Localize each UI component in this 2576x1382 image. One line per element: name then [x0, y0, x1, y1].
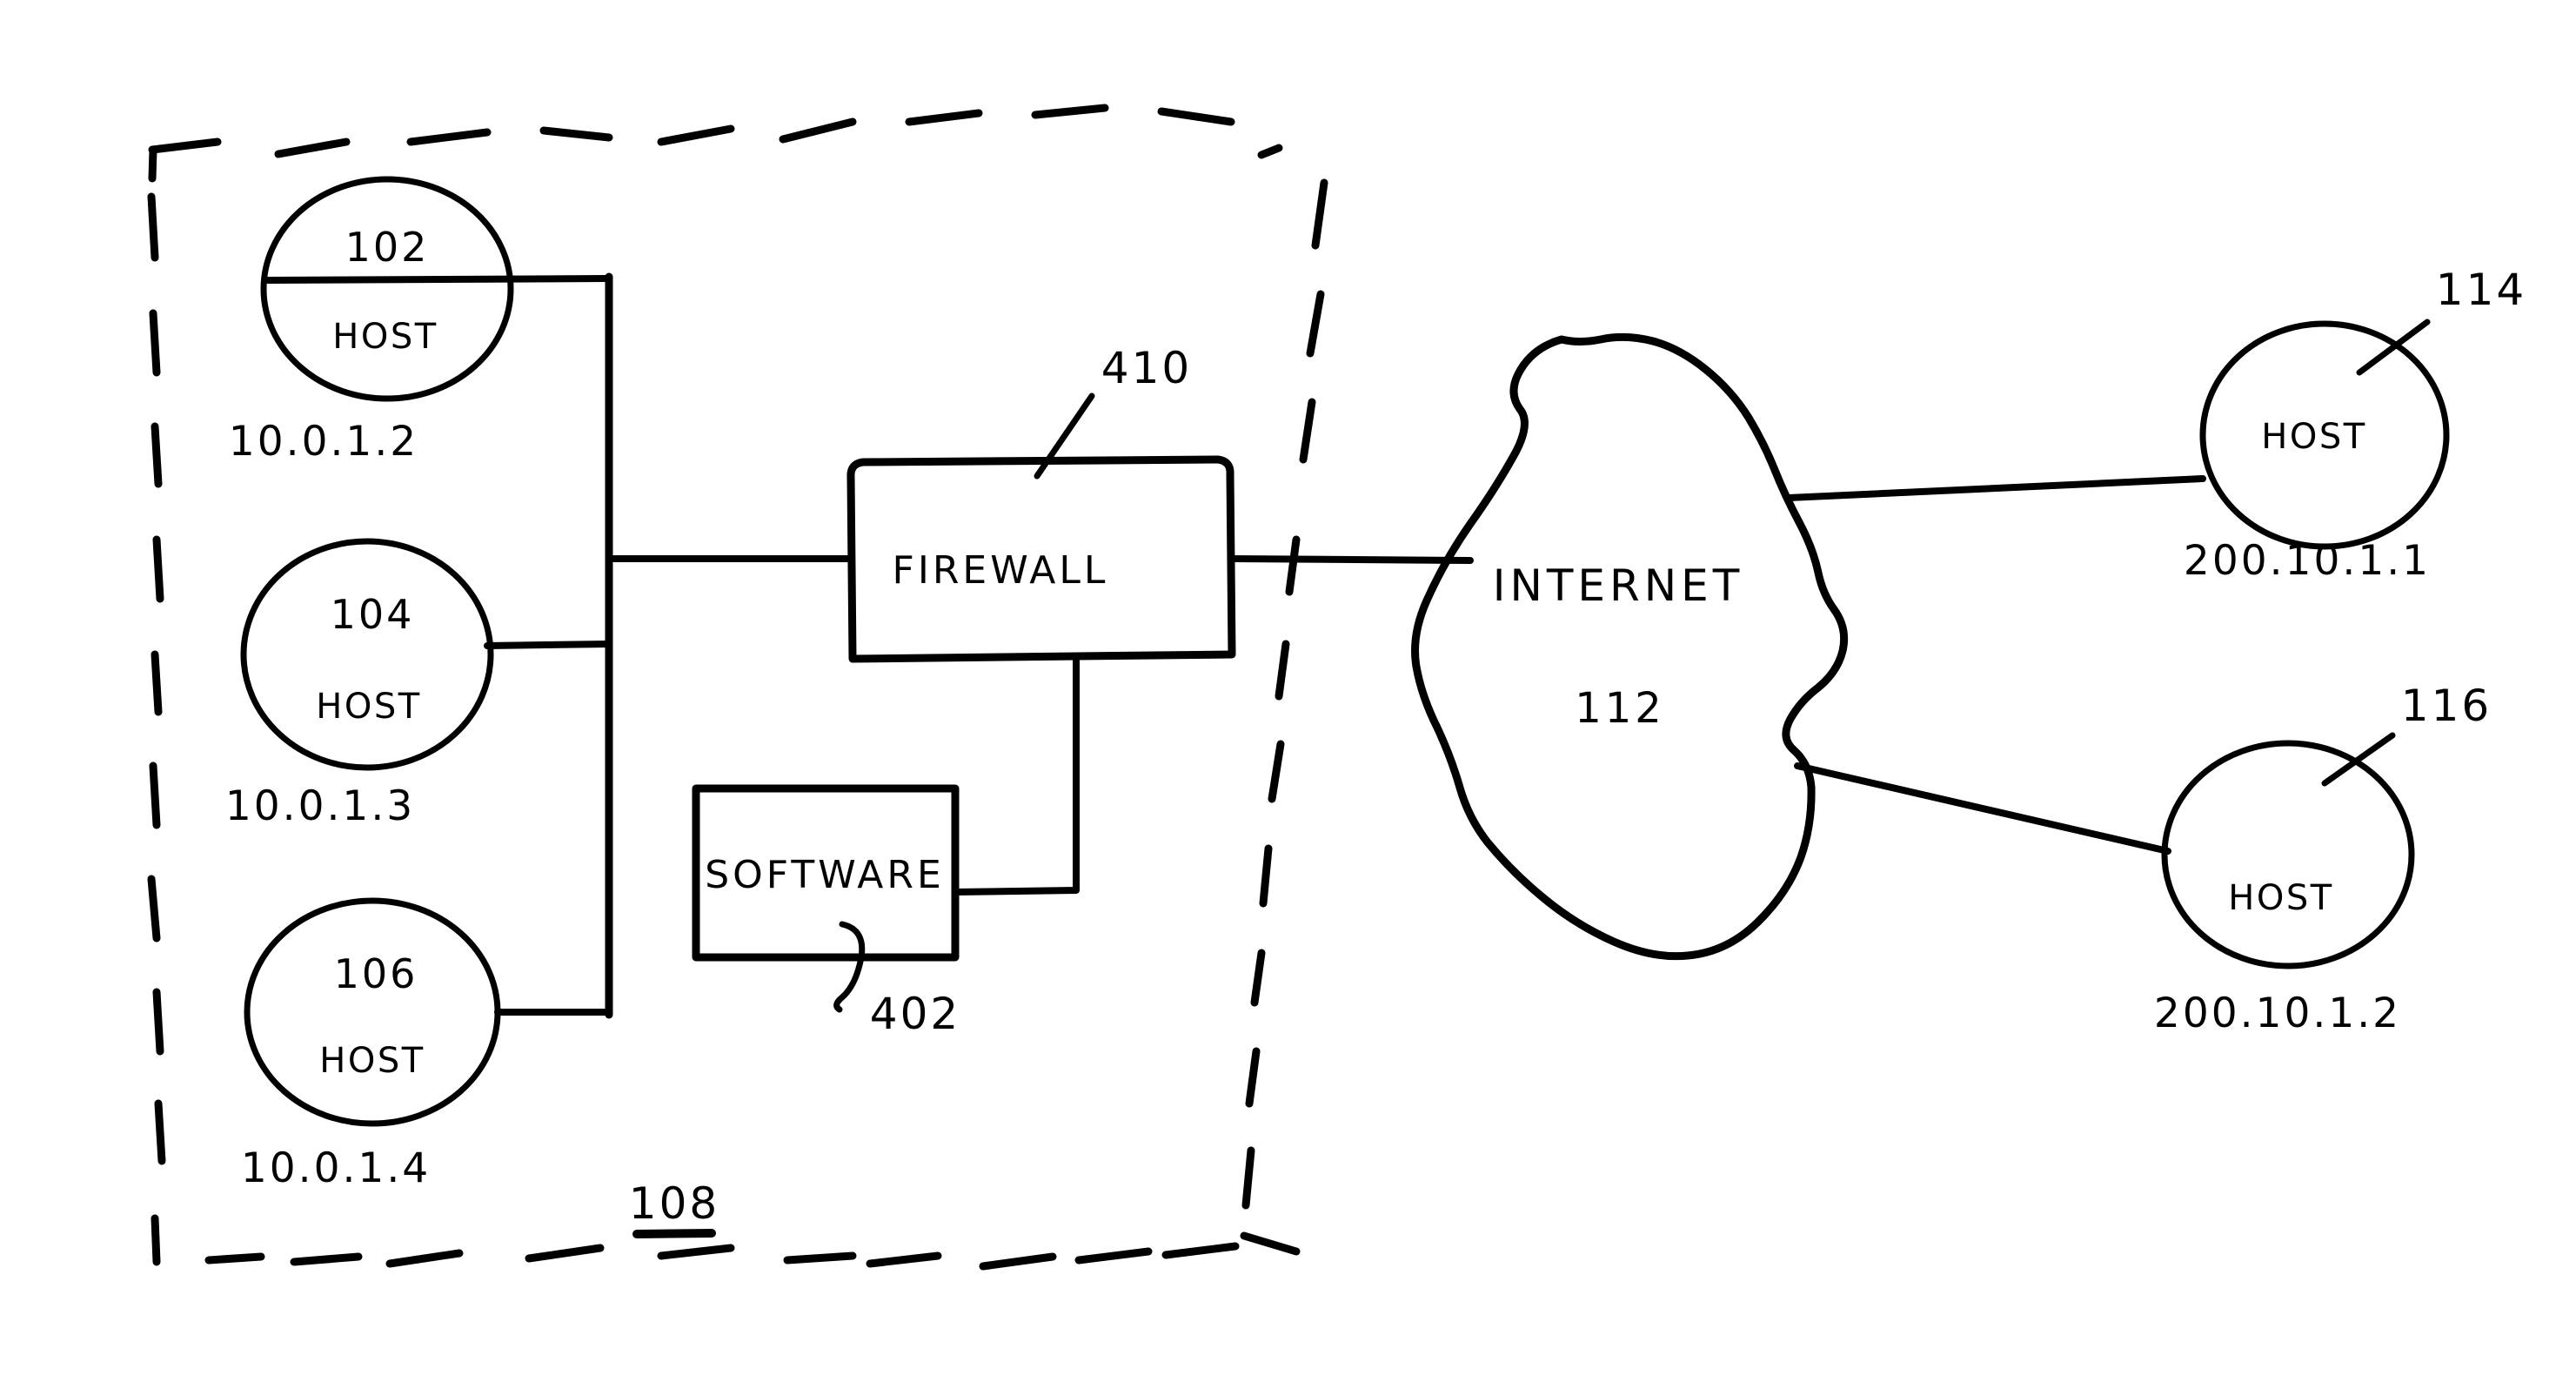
- boundary-ref-label: 108: [629, 1178, 719, 1229]
- host-102-type-label: HOST: [332, 317, 438, 357]
- firewall-software-link: [952, 655, 1080, 896]
- host-104-type-label: HOST: [316, 687, 421, 727]
- internet-host-116-link: [1794, 762, 2171, 855]
- host-116-ref-label: 116: [2401, 681, 2492, 731]
- host-102-ip-label: 10.0.1.2: [229, 418, 418, 466]
- host-116-ref-leader-line: [2321, 732, 2396, 787]
- software-ref-leader-line: [833, 921, 866, 1013]
- firewall-internet-link: [1228, 555, 1474, 564]
- internet-cloud-label: INTERNET: [1493, 560, 1744, 611]
- host-106-node: [244, 897, 501, 1127]
- host-102-node: [260, 176, 514, 402]
- host-116-ip-label: 200.10.1.2: [2154, 990, 2401, 1037]
- host-114-type-label: HOST: [2261, 417, 2366, 457]
- network-diagram: 102 HOST 10.0.1.2 104 HOST 10.0.1.3 106 …: [0, 0, 2576, 1382]
- host-106-ip-label: 10.0.1.4: [241, 1144, 431, 1192]
- host-116-type-label: HOST: [2228, 878, 2333, 918]
- host-106-type-label: HOST: [319, 1041, 425, 1081]
- host-114-ip-label: 200.10.1.1: [2184, 537, 2431, 585]
- internet-cloud: [1411, 332, 1849, 961]
- software-ref-label: 402: [870, 989, 960, 1039]
- internet-cloud-ref-label: 112: [1575, 684, 1665, 733]
- host-104-ref-label: 104: [331, 591, 415, 638]
- internet-host-114-link: [1785, 475, 2206, 501]
- boundary-ref-underline: [632, 1229, 716, 1238]
- software-label: SOFTWARE: [705, 853, 945, 897]
- host-106-ref-label: 106: [334, 950, 418, 997]
- host-116-node: [2161, 740, 2415, 969]
- host-104-ip-label: 10.0.1.3: [225, 782, 415, 830]
- host-102-ref-label: 102: [345, 224, 430, 271]
- host-104-node: [240, 538, 494, 771]
- firewall-ref-label: 410: [1101, 343, 1192, 393]
- diagram-canvas: 102 HOST 10.0.1.2 104 HOST 10.0.1.3 106 …: [147, 104, 2526, 1271]
- host-114-ref-label: 114: [2436, 265, 2526, 315]
- firewall-label: FIREWALL: [893, 548, 1109, 593]
